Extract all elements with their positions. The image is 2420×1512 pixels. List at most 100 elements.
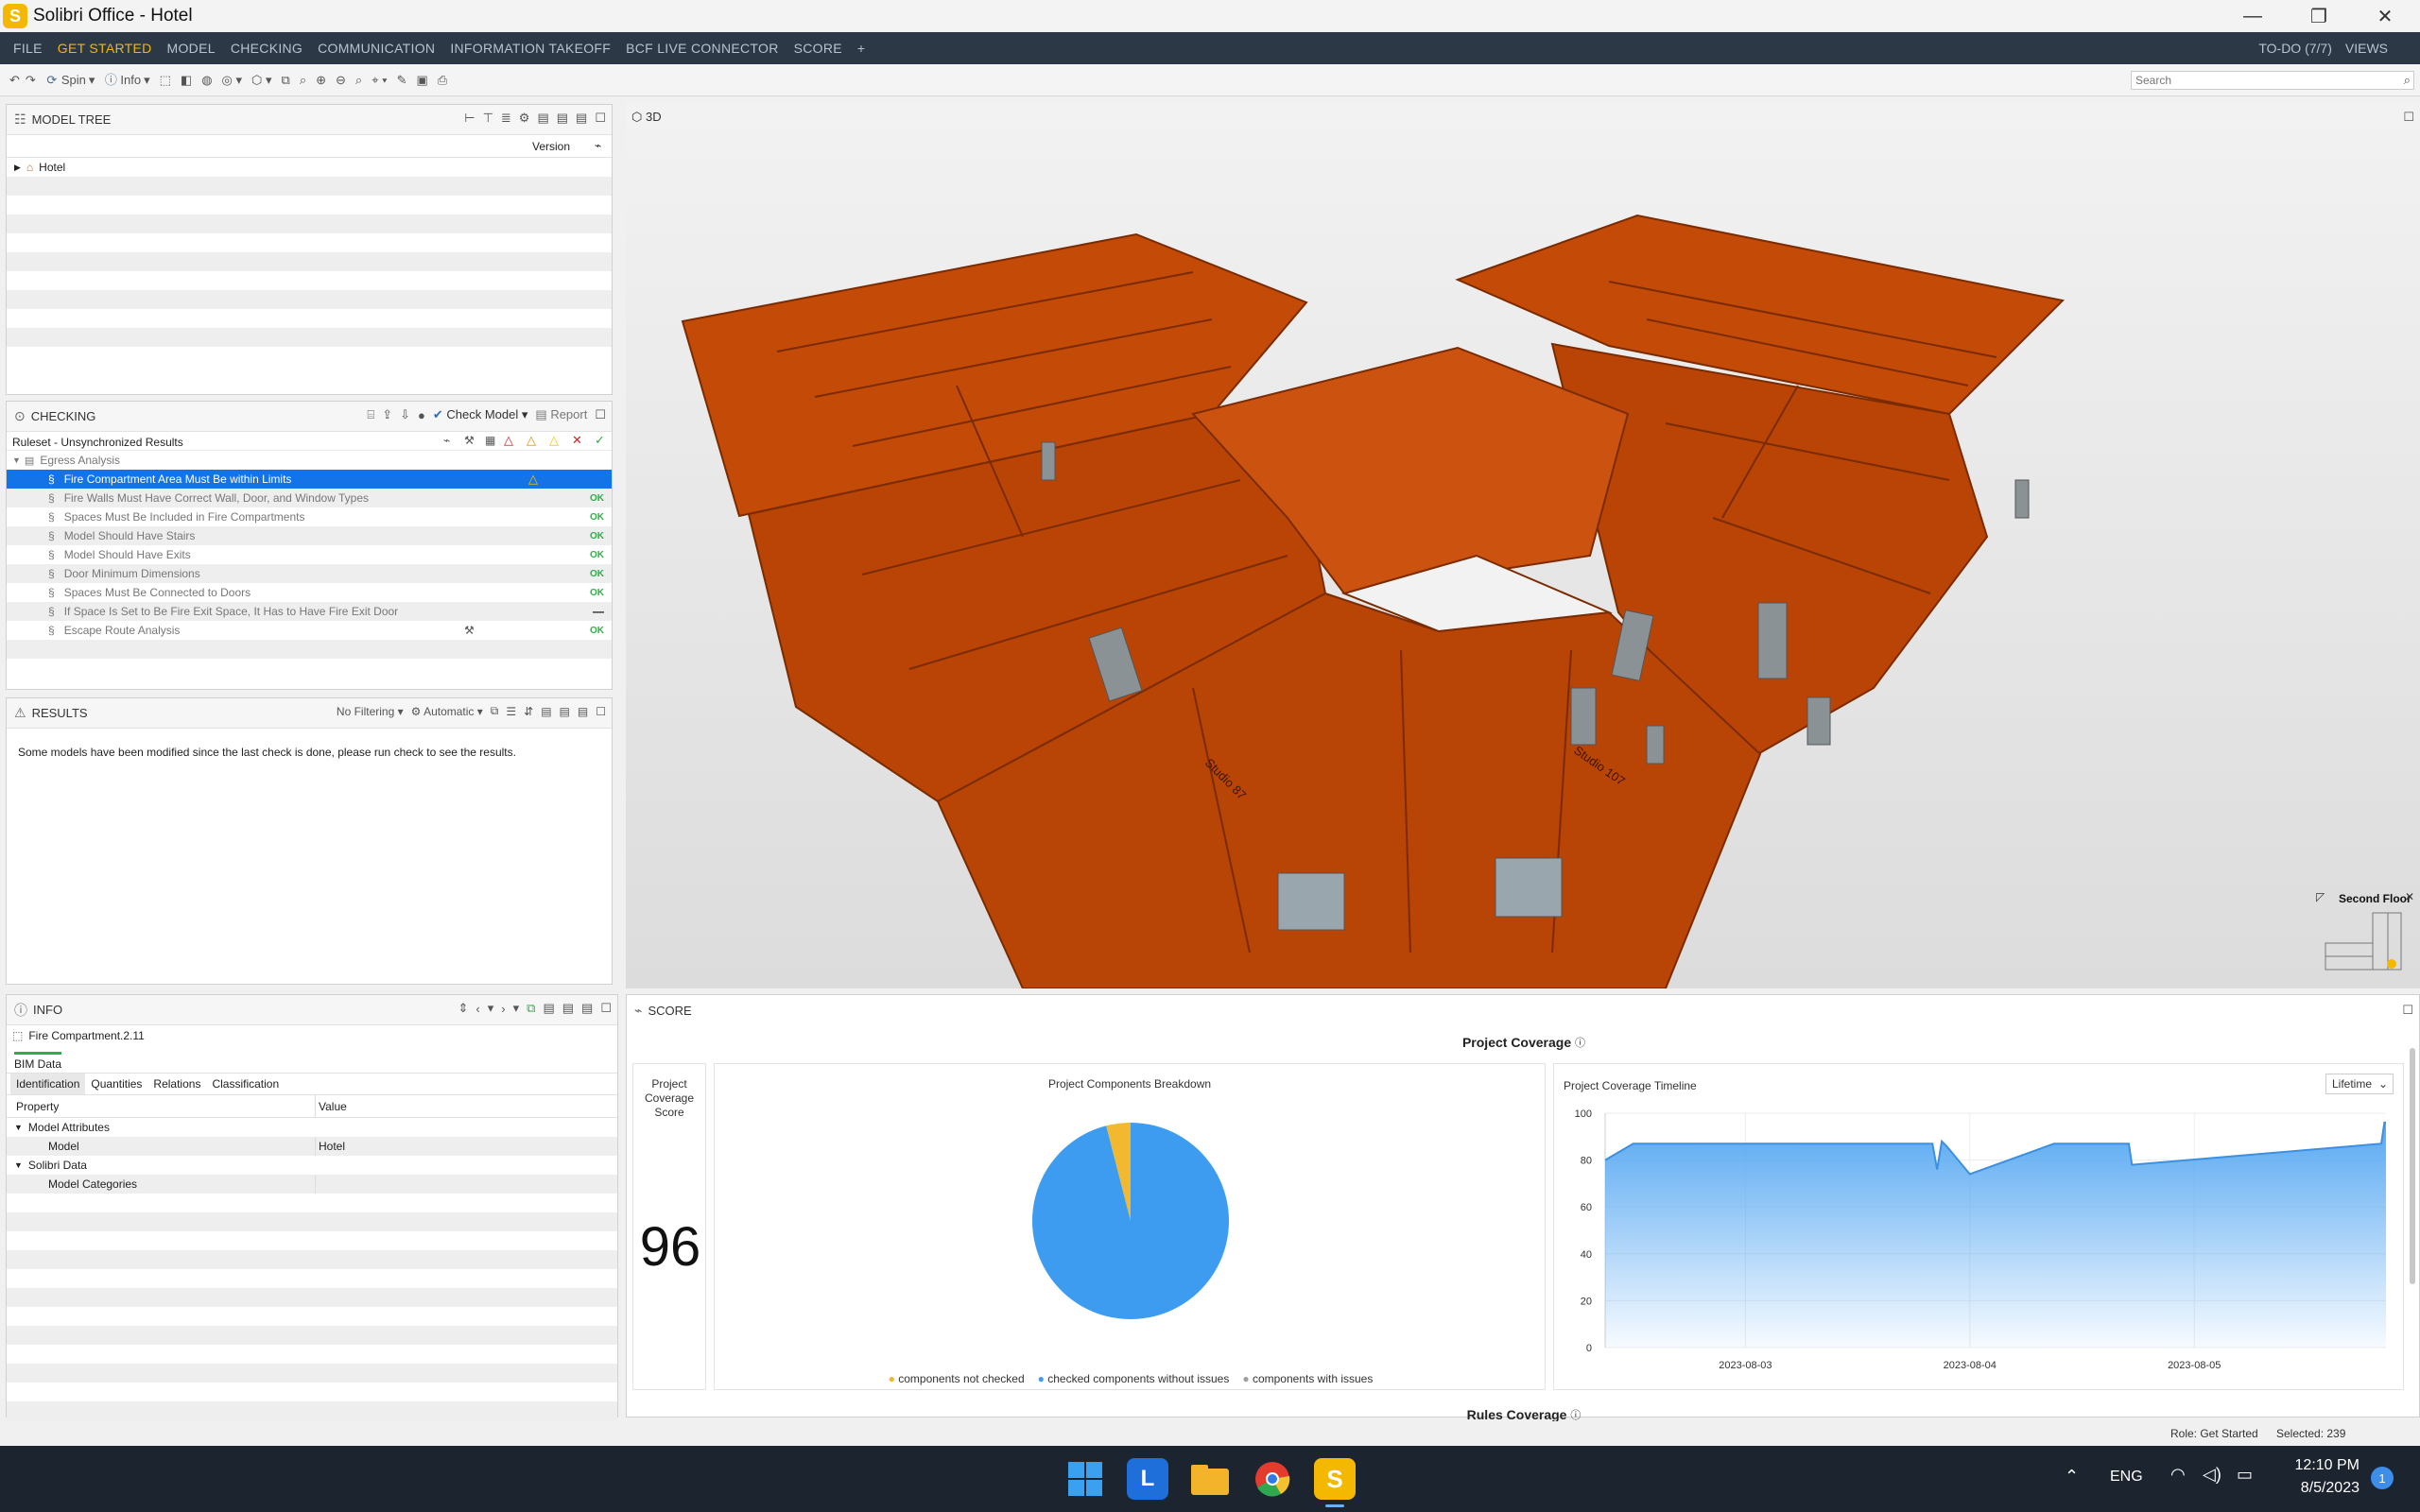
close-icon[interactable]: ✕ — [2352, 0, 2418, 32]
expand-icon[interactable]: ▼ — [12, 455, 21, 465]
search-input[interactable]: Search — [2131, 71, 2414, 90]
tab-identification[interactable]: Identification — [10, 1074, 86, 1094]
battery-icon[interactable]: ▭ — [2237, 1465, 2253, 1485]
back-icon[interactable]: ‹ — [475, 1002, 479, 1016]
clock-date[interactable]: 8/5/2023 — [2280, 1480, 2360, 1497]
menu-model[interactable]: MODEL — [167, 41, 216, 56]
status-icon[interactable]: ● — [418, 408, 425, 422]
language-indicator[interactable]: ENG — [2110, 1469, 2143, 1486]
tree-settings-icon[interactable]: ⚙ — [519, 111, 530, 126]
tab-quantities[interactable]: Quantities — [85, 1077, 147, 1091]
add-layout-button[interactable]: + — [857, 41, 865, 56]
group-icon[interactable]: ⧉ — [491, 704, 499, 718]
zoom-in-icon[interactable]: ⊕ — [316, 73, 326, 88]
report-button[interactable]: ▤ Report — [535, 407, 587, 422]
notification-badge[interactable]: 1 — [2371, 1467, 2394, 1489]
menu-get-started[interactable]: GET STARTED — [58, 41, 152, 56]
expand-icon[interactable]: ▶ — [14, 163, 21, 173]
menu-bcf-live-connector[interactable]: BCF LIVE CONNECTOR — [626, 41, 779, 56]
tree-options-icon[interactable]: ≣ — [501, 111, 511, 126]
menu-score[interactable]: SCORE — [794, 41, 842, 56]
forward-dropdown-icon[interactable]: ▾ — [513, 1001, 520, 1016]
marker-icon[interactable]: ✎ — [397, 73, 407, 88]
hide-tool-icon[interactable]: ◧ — [181, 73, 192, 88]
load-icon[interactable]: ▤ — [560, 705, 570, 718]
rule-row[interactable]: § Door Minimum Dimensions OK — [7, 564, 612, 583]
group-model-attributes[interactable]: ▼ Model Attributes — [7, 1118, 617, 1137]
tree-load-icon[interactable]: ▤ — [557, 111, 568, 126]
list-icon[interactable]: ☰ — [506, 705, 516, 718]
section-icon[interactable]: ⧉ — [282, 73, 290, 88]
info-button[interactable]: ⓘ Info ▾ — [104, 73, 150, 88]
maximize-panel-icon[interactable]: ☐ — [596, 705, 606, 718]
rule-row[interactable]: § Model Should Have Stairs OK — [7, 526, 612, 545]
tree-save-icon[interactable]: ▤ — [537, 111, 548, 126]
close-minimap-icon[interactable]: ✕ — [2405, 890, 2414, 903]
undo-icon[interactable]: ↶ — [9, 73, 20, 88]
rule-row[interactable]: § Spaces Must Be Connected to Doors OK — [7, 583, 612, 602]
zoom-selected-icon[interactable]: ⌕ — [355, 73, 362, 88]
tab-relations[interactable]: Relations — [147, 1077, 206, 1091]
maximize-panel-icon[interactable]: ☐ — [595, 407, 606, 422]
paste-icon[interactable]: ▤ — [562, 1001, 574, 1016]
measure-icon[interactable]: ⌖ ▾ — [372, 73, 387, 88]
coverage-timeline-chart[interactable]: 0 20 40 60 80 100 2023-08-03 2023-08-04 2023-08-… — [1554, 1098, 2405, 1391]
history-dropdown-icon[interactable]: ▾ — [488, 1001, 494, 1016]
forward-icon[interactable]: › — [501, 1002, 505, 1016]
expand-icon[interactable]: ▼ — [14, 1123, 23, 1132]
timeline-range-select[interactable]: Lifetime ⌄ — [2325, 1074, 2394, 1094]
rule-row[interactable]: § If Space Is Set to Be Fire Exit Space, … — [7, 602, 612, 621]
export-icon[interactable]: ▤ — [578, 705, 588, 718]
save-icon[interactable]: ▤ — [541, 705, 551, 718]
tree-hierarchy-icon[interactable]: ⊢ — [464, 111, 475, 126]
chevron-up-icon[interactable]: ⌃ — [2065, 1467, 2079, 1486]
windows-start-icon[interactable] — [1064, 1458, 1106, 1500]
group-solibri-data[interactable]: ▼ Solibri Data — [7, 1156, 617, 1175]
tree-item-hotel[interactable]: ▶ ⌂ Hotel — [7, 158, 612, 177]
visibility-icon[interactable]: ◎ ▾ — [222, 73, 242, 88]
mode-dropdown[interactable]: ⚙ Automatic ▾ — [411, 705, 483, 718]
print-icon[interactable]: ⎙ — [438, 73, 447, 88]
menu-file[interactable]: FILE — [13, 41, 43, 56]
sort-icon[interactable]: ⇵ — [524, 705, 533, 718]
components-pie-chart[interactable] — [715, 1092, 1547, 1357]
bim-data-tab[interactable]: BIM Data — [7, 1046, 617, 1073]
zoom-out-icon[interactable]: ⊖ — [336, 73, 346, 88]
floor-minimap[interactable]: ◸ Second Floor ✕ — [2316, 890, 2414, 985]
download-icon[interactable]: ⇩ — [400, 407, 410, 422]
help-icon[interactable]: ⓘ — [1575, 1038, 1585, 1049]
isolate-tool-icon[interactable]: ◍ — [201, 73, 212, 88]
score-scrollbar[interactable] — [2410, 1048, 2415, 1284]
redo-icon[interactable]: ↷ — [26, 73, 36, 88]
pie-slice[interactable] — [1032, 1123, 1229, 1319]
screenshot-icon[interactable]: ▣ — [417, 73, 428, 88]
select-tool-icon[interactable]: ⬚ — [160, 73, 171, 88]
todo-button[interactable]: TO-DO (7/7) — [2258, 41, 2332, 56]
copy-icon[interactable]: ▤ — [543, 1001, 554, 1016]
ruleset-group[interactable]: ▼ ▤ Egress Analysis — [7, 451, 612, 470]
maximize-panel-icon[interactable]: ☐ — [2402, 1003, 2413, 1018]
minimize-icon[interactable]: — — [2220, 0, 2286, 32]
views-button[interactable]: VIEWS — [2345, 41, 2388, 56]
rule-row[interactable]: § Escape Route Analysis ⚒ OK — [7, 621, 612, 640]
search-icon[interactable]: ⌕ — [2404, 73, 2411, 88]
rule-row[interactable]: § Fire Compartment Area Must Be within Li… — [7, 470, 612, 489]
chrome-browser-icon[interactable] — [1252, 1458, 1293, 1500]
spin-button[interactable]: ⟳ Spin ▾ — [45, 73, 95, 88]
zoom-fit-icon[interactable]: ⌕ — [300, 73, 306, 88]
volume-icon[interactable]: ◁) — [2203, 1465, 2221, 1485]
menu-checking[interactable]: CHECKING — [231, 41, 302, 56]
open-ruleset-icon[interactable]: ⌸ — [367, 407, 374, 422]
menu-information-takeoff[interactable]: INFORMATION TAKEOFF — [450, 41, 611, 56]
print-icon[interactable]: ▤ — [581, 1001, 593, 1016]
sort-icon[interactable]: ⇕ — [458, 1001, 469, 1016]
upload-icon[interactable]: ⇪ — [382, 407, 392, 422]
check-model-button[interactable]: ✔ Check Model ▾ — [433, 407, 528, 422]
help-icon[interactable]: ⓘ — [1570, 1410, 1581, 1421]
tree-filter-icon[interactable]: ⊤ — [483, 111, 493, 126]
solibri-app-icon[interactable]: S — [1314, 1458, 1356, 1500]
filter-dropdown[interactable]: No Filtering ▾ — [337, 705, 404, 718]
expand-icon[interactable]: ▼ — [14, 1160, 23, 1170]
maximize-panel-icon[interactable]: ☐ — [595, 111, 606, 126]
building-model[interactable]: Studio 107 Studio 87 — [626, 102, 2420, 988]
